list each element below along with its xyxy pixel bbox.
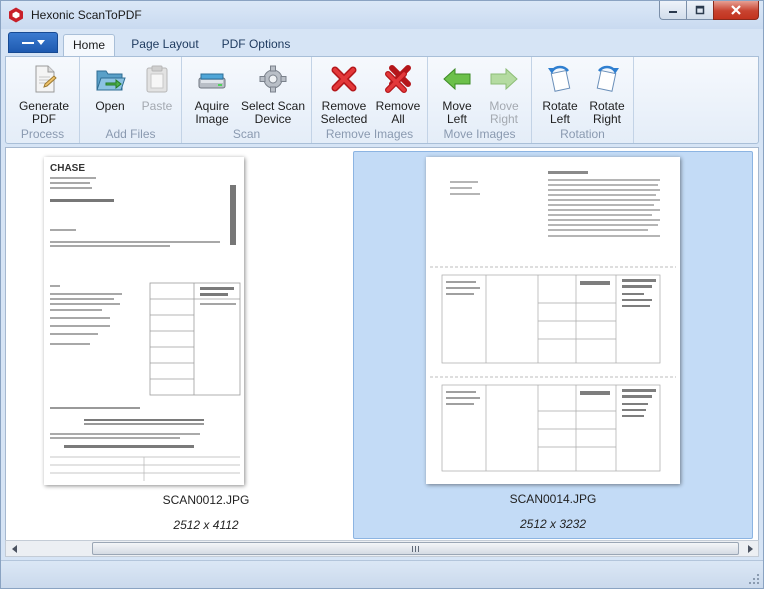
open-label: Open [95, 99, 125, 113]
window-title: Hexonic ScanToPDF [31, 8, 142, 22]
app-menu-button[interactable] [8, 32, 58, 53]
arrow-right-icon [490, 67, 518, 91]
image-card-scan0014[interactable]: SCAN0014.JPG 2512 x 3232 [353, 151, 753, 539]
ribbon-panel: Generate PDF Process Open Paste Add File… [5, 56, 759, 144]
remove-all-button[interactable]: Remove All [372, 63, 424, 126]
window-controls [659, 1, 759, 21]
generate-pdf-label: Generate PDF [18, 99, 70, 126]
maximize-button[interactable] [686, 1, 713, 20]
group-label-add-files: Add Files [105, 127, 156, 141]
tab-pdf-options[interactable]: PDF Options [215, 34, 297, 56]
move-left-button[interactable]: Move Left [434, 63, 480, 126]
folder-open-icon [96, 70, 126, 91]
tab-page-layout[interactable]: Page Layout [125, 34, 205, 56]
scroll-left-arrow-icon [11, 544, 17, 553]
close-icon [731, 5, 741, 15]
open-button[interactable]: Open [88, 63, 132, 113]
select-scan-device-button[interactable]: Select Scan Device [236, 63, 310, 126]
remove-all-label: Remove All [375, 99, 421, 126]
group-label-move-images: Move Images [443, 127, 516, 141]
acquire-image-button[interactable]: Aquire Image [188, 63, 236, 126]
move-left-label: Move Left [442, 99, 472, 126]
image-list-panel: CHASE SCAN0012.JPG 2512 x 4112 SCAN0014.… [5, 147, 759, 543]
remove-selected-button[interactable]: Remove Selected [318, 63, 370, 126]
acquire-image-label: Aquire Image [194, 99, 230, 126]
app-window: Hexonic ScanToPDF Home Page Layout PDF O… [0, 0, 764, 589]
group-move-images: Move Left Move Right Move Images [428, 57, 532, 143]
group-label-scan: Scan [232, 127, 261, 141]
group-add-files: Open Paste Add Files [80, 57, 182, 143]
rotate-left-icon [548, 65, 571, 92]
rotate-right-button[interactable]: Rotate Right [584, 63, 630, 126]
rotate-right-icon [596, 65, 619, 92]
arrow-left-icon [443, 67, 471, 91]
minimize-icon [669, 11, 677, 13]
paste-icon [146, 65, 168, 93]
filename-label: SCAN0014.JPG [509, 492, 597, 506]
group-label-rotation: Rotation [560, 127, 605, 141]
image-dimensions: 2512 x 3232 [519, 517, 587, 531]
gear-icon [259, 65, 287, 93]
app-logo-icon [9, 7, 23, 23]
scrollbar-thumb[interactable] [92, 542, 739, 555]
horizontal-scrollbar[interactable] [5, 540, 759, 557]
thumbnail-scan0014 [426, 157, 680, 484]
filename-label: SCAN0012.JPG [162, 493, 250, 507]
grip-line [415, 545, 416, 552]
resize-grip-icon[interactable] [748, 573, 760, 585]
remove-all-icon [385, 65, 411, 93]
group-remove-images: Remove Selected Remove All Remove Images [312, 57, 428, 143]
group-scan: Aquire Image Select Scan Device Scan [182, 57, 312, 143]
paste-label: Paste [141, 99, 173, 113]
scroll-right-button[interactable] [741, 541, 758, 556]
ribbon-tab-row: Home Page Layout PDF Options [1, 29, 763, 57]
grip-line [418, 545, 419, 552]
grip-line [412, 545, 413, 552]
group-label-process: Process [20, 127, 65, 141]
rotate-left-button[interactable]: Rotate Left [538, 63, 582, 126]
generate-pdf-button[interactable]: Generate PDF [14, 63, 74, 126]
select-scan-device-label: Select Scan Device [240, 99, 306, 126]
tab-home[interactable]: Home [63, 34, 115, 57]
generate-pdf-icon [35, 65, 57, 93]
scroll-right-arrow-icon [747, 544, 753, 553]
rotate-right-label: Rotate Right [589, 99, 625, 126]
chevron-down-icon [36, 39, 45, 45]
thumbnail-scan0012: CHASE [44, 157, 244, 485]
image-card-scan0012[interactable]: CHASE SCAN0012.JPG 2512 x 4112 [6, 151, 406, 539]
move-right-label: Move Right [489, 99, 519, 126]
menu-bar-glyph [21, 41, 34, 44]
document-preview: CHASE [50, 163, 241, 481]
remove-selected-label: Remove Selected [320, 99, 368, 126]
scanner-icon [198, 73, 226, 89]
document-preview [430, 171, 676, 472]
group-label-remove-images: Remove Images [325, 127, 414, 141]
rotate-left-label: Rotate Left [542, 99, 578, 126]
maximize-icon [695, 5, 705, 15]
image-dimensions: 2512 x 4112 [173, 518, 239, 532]
move-right-button[interactable]: Move Right [480, 63, 528, 126]
scroll-left-button[interactable] [6, 541, 23, 556]
remove-selected-icon [331, 66, 357, 92]
minimize-button[interactable] [659, 1, 686, 20]
title-bar: Hexonic ScanToPDF [1, 1, 763, 29]
group-process: Generate PDF Process [6, 57, 80, 143]
status-bar [1, 560, 763, 588]
document-header: CHASE [50, 163, 85, 174]
paste-button[interactable]: Paste [136, 63, 178, 113]
close-button[interactable] [713, 1, 759, 20]
group-rotation: Rotate Left Rotate Right Rotation [532, 57, 634, 143]
